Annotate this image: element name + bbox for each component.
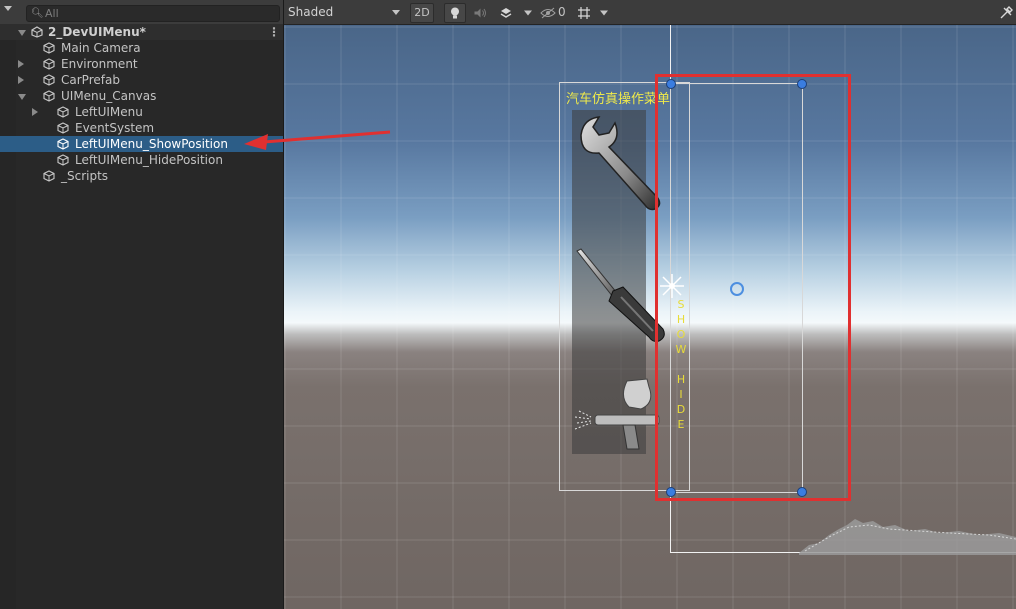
visibility-icon [540, 7, 556, 19]
hierarchy-item[interactable]: _Scripts [0, 168, 283, 184]
gameobject-icon [43, 58, 55, 70]
gameobject-icon [57, 138, 69, 150]
hierarchy-item-label: EventSystem [75, 121, 155, 135]
annotation-arrow [244, 130, 391, 150]
gameobject-icon [57, 106, 69, 118]
hierarchy-item-label: CarPrefab [61, 73, 120, 87]
fold-open-icon[interactable] [18, 94, 26, 100]
hierarchy-item-label: LeftUIMenu_HidePosition [75, 153, 223, 167]
hierarchy-item[interactable]: Main Camera [0, 40, 283, 56]
hierarchy-item[interactable]: Environment [0, 56, 283, 72]
fold-open-icon[interactable] [18, 30, 26, 36]
chevron-down-icon [392, 10, 400, 15]
terrain-mesh [799, 519, 1016, 555]
lighting-toggle[interactable] [444, 3, 466, 23]
scene-name: 2_DevUIMenu* [48, 25, 146, 39]
hidden-objects-toggle[interactable] [538, 3, 572, 23]
search-placeholder: All [45, 7, 59, 20]
scene-menu-icon[interactable]: ⋮ [268, 24, 280, 40]
audio-toggle[interactable] [469, 3, 491, 23]
search-icon: 🔍︎ [31, 8, 44, 19]
shading-mode-dropdown[interactable]: Shaded [288, 3, 402, 21]
gameobject-icon [43, 170, 55, 182]
hierarchy-item[interactable]: LeftUIMenu [0, 104, 283, 120]
scene-view: Shaded 2D 0 汽车仿真操作菜单 S H O W H I D E [284, 0, 1016, 609]
effects-dropdown[interactable] [520, 3, 536, 23]
hierarchy-item-label: LeftUIMenu [75, 105, 143, 119]
hierarchy-item-label: _Scripts [61, 169, 109, 183]
scene-canvas[interactable]: 汽车仿真操作菜单 SHOW HIDE [284, 25, 1016, 609]
fold-closed-icon[interactable] [18, 76, 24, 84]
grid-dropdown[interactable] [596, 3, 612, 23]
mode-2d-button[interactable]: 2D [410, 3, 434, 23]
hierarchy-item-label: LeftUIMenu_ShowPosition [75, 137, 228, 151]
chevron-down-icon [524, 10, 532, 16]
hierarchy-item-label: Main Camera [61, 41, 141, 55]
hierarchy-toolbar: 🔍︎ All [0, 0, 283, 25]
gizmos-icon [1000, 6, 1013, 19]
gameobject-icon [43, 90, 55, 102]
scene-toolbar: Shaded 2D 0 [284, 0, 1016, 25]
effects-icon [500, 8, 512, 18]
gameobject-icon [43, 74, 55, 86]
audio-icon [474, 8, 486, 18]
hierarchy-item[interactable]: CarPrefab [0, 72, 283, 88]
hidden-count: 0 [558, 5, 566, 19]
gameobject-icon [57, 122, 69, 134]
gameobject-icon [43, 42, 55, 54]
annotation-highlight-box [655, 74, 851, 501]
grid-snapping-toggle[interactable] [573, 3, 595, 23]
create-dropdown-icon[interactable] [4, 6, 12, 11]
effects-toggle[interactable] [494, 3, 518, 23]
hierarchy-item-label: UIMenu_Canvas [61, 89, 157, 103]
hierarchy-item-label: Environment [61, 57, 138, 71]
hierarchy-item[interactable]: UIMenu_Canvas [0, 88, 283, 104]
gameobject-icon [57, 154, 69, 166]
gizmos-button[interactable] [996, 3, 1016, 23]
fold-closed-icon[interactable] [32, 108, 38, 116]
chevron-down-icon [600, 10, 608, 16]
shading-mode-value: Shaded [288, 5, 334, 19]
hierarchy-search-input[interactable]: 🔍︎ All [26, 5, 280, 22]
hierarchy-panel: 🔍︎ All 2_DevUIMenu* ⋮ Main Camera Environ… [0, 0, 284, 609]
fold-closed-icon[interactable] [18, 60, 24, 68]
grid-icon [578, 7, 590, 19]
unity-scene-icon [31, 26, 43, 38]
scene-header[interactable]: 2_DevUIMenu* ⋮ [0, 24, 283, 40]
lightbulb-icon [451, 7, 459, 19]
